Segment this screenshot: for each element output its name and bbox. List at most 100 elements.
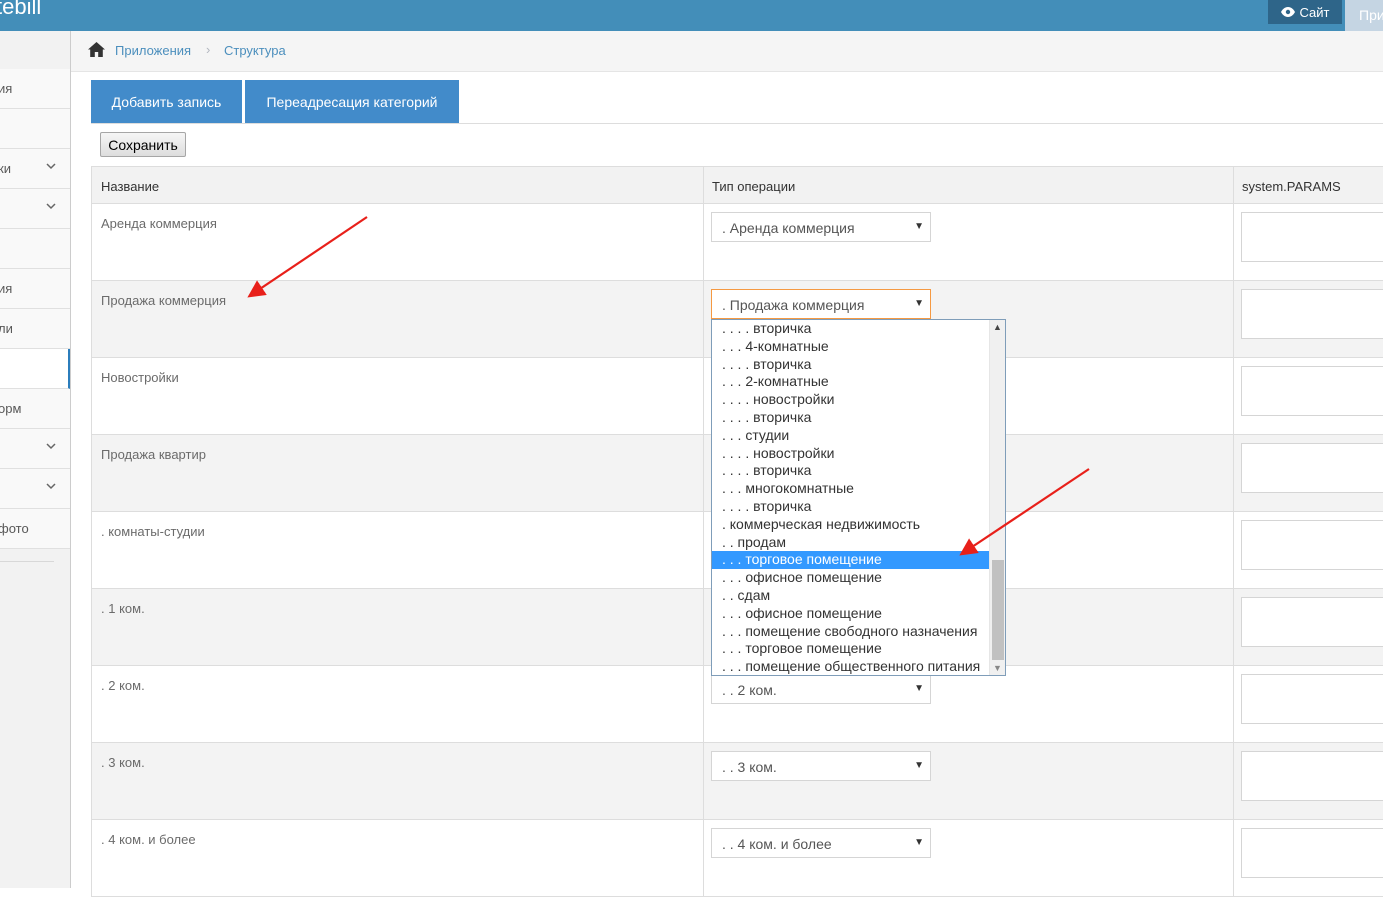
home-icon[interactable] — [88, 42, 105, 57]
sidebar-item-label: фото — [0, 521, 29, 536]
params-textarea[interactable] — [1241, 597, 1383, 647]
header-params: system.PARAMS — [1242, 179, 1341, 194]
save-button[interactable]: Сохранить — [100, 132, 186, 157]
sidebar-item[interactable]: ки — [0, 149, 70, 189]
redirect-categories-button[interactable]: Переадресация категорий — [245, 80, 459, 123]
brand-logo[interactable]: tebill — [0, 0, 41, 20]
header-name: Название — [101, 179, 160, 194]
scroll-down-icon[interactable]: ▼ — [993, 663, 1002, 673]
params-textarea[interactable] — [1241, 443, 1383, 493]
navbar: tebill Сайт Приложения — [0, 0, 1383, 31]
sidebar-item[interactable]: ли — [0, 309, 70, 349]
sidebar-item[interactable]: фото — [0, 509, 70, 549]
dropdown-option[interactable]: . . . . вторичка — [712, 409, 989, 427]
sidebar-item[interactable]: ия — [0, 269, 70, 309]
params-textarea[interactable] — [1241, 366, 1383, 416]
sidebar-item-label: ли — [0, 321, 13, 336]
dropdown-option[interactable]: . . . 2-комнатные — [712, 373, 989, 391]
dropdown-option[interactable]: . . . 4-комнатные — [712, 338, 989, 356]
params-textarea[interactable] — [1241, 674, 1383, 724]
toolbar-divider — [91, 123, 1383, 124]
select-value: . Аренда коммерция — [722, 220, 855, 236]
dropdown-option[interactable]: . . . многокомнатные — [712, 480, 989, 498]
params-textarea[interactable] — [1241, 289, 1383, 339]
sidebar-item-label: орм — [0, 401, 22, 416]
operation-type-select[interactable]: . . 4 ком. и более ▼ — [711, 828, 931, 858]
breadcrumb-structure[interactable]: Структура — [224, 43, 286, 58]
column-divider — [1233, 204, 1234, 280]
column-divider — [1233, 512, 1234, 588]
dropdown-option[interactable]: . . . . вторичка — [712, 320, 989, 338]
dropdown-option[interactable]: . . . торговое помещение — [712, 551, 989, 570]
dropdown-option[interactable]: . . . офисное помещение — [712, 569, 989, 587]
column-divider — [1233, 167, 1234, 203]
sidebar-item[interactable] — [0, 109, 70, 149]
dropdown-option[interactable]: . коммерческая недвижимость — [712, 516, 989, 534]
operation-type-select[interactable]: . . 2 ком. ▼ — [711, 674, 931, 704]
row-name: Аренда коммерция — [101, 216, 217, 231]
row-name: . 4 ком. и более — [101, 832, 196, 847]
sidebar-item[interactable] — [0, 189, 70, 229]
app-menu-button[interactable]: Приложения — [1345, 0, 1383, 31]
dropdown-option[interactable]: . . . офисное помещение — [712, 605, 989, 623]
column-divider — [703, 204, 704, 280]
sidebar-item[interactable] — [0, 469, 70, 509]
dropdown-option[interactable]: . . продам — [712, 534, 989, 552]
sidebar-item[interactable]: орм — [0, 389, 70, 429]
column-divider — [703, 435, 704, 511]
dropdown-option[interactable]: . . . торговое помещение — [712, 640, 989, 658]
scroll-up-icon[interactable]: ▲ — [993, 322, 1002, 332]
operation-type-select[interactable]: . . 3 ком. ▼ — [711, 751, 931, 781]
operation-type-dropdown-list[interactable]: . . . . вторичка. . . 4-комнатные. . . .… — [711, 319, 1006, 676]
dropdown-scrollbar[interactable]: ▲ ▼ — [989, 320, 1005, 675]
chevron-down-icon — [46, 203, 56, 210]
column-divider — [703, 666, 704, 742]
table-row: . 2 ком. . . 2 ком. ▼ — [91, 666, 1383, 743]
sidebar: ия ки ия ли орм фото — [0, 31, 71, 888]
operation-type-select[interactable]: . Продажа коммерция ▼ — [711, 289, 931, 319]
table-row: . 4 ком. и более . . 4 ком. и более ▼ — [91, 820, 1383, 897]
row-name: Новостройки — [101, 370, 179, 385]
dropdown-option[interactable]: . . . . вторичка — [712, 462, 989, 480]
sidebar-item[interactable] — [0, 229, 70, 269]
sidebar-item[interactable]: ия — [0, 69, 70, 109]
add-record-button[interactable]: Добавить запись — [91, 80, 242, 123]
select-value: . . 2 ком. — [722, 682, 777, 698]
params-textarea[interactable] — [1241, 212, 1383, 262]
chevron-down-icon — [46, 443, 56, 450]
dropdown-option[interactable]: . . . помещение общественного питания — [712, 658, 989, 675]
eye-icon — [1280, 7, 1295, 17]
dropdown-option[interactable]: . . сдам — [712, 587, 989, 605]
dropdown-option[interactable]: . . . . вторичка — [712, 498, 989, 516]
dropdown-option[interactable]: . . . . новостройки — [712, 445, 989, 463]
operation-type-select[interactable]: . Аренда коммерция ▼ — [711, 212, 931, 242]
select-value: . . 4 ком. и более — [722, 836, 832, 852]
column-divider — [703, 512, 704, 588]
breadcrumb-applications[interactable]: Приложения — [115, 43, 191, 58]
sidebar-item-label: ия — [0, 281, 13, 296]
dropdown-option[interactable]: . . . . вторичка — [712, 356, 989, 374]
dropdown-arrow-icon: ▼ — [914, 760, 924, 771]
dropdown-option[interactable]: . . . помещение свободного назначения — [712, 623, 989, 641]
dropdown-arrow-icon: ▼ — [914, 683, 924, 694]
column-divider — [703, 743, 704, 819]
sidebar-item[interactable] — [0, 349, 70, 389]
sidebar-divider — [0, 561, 54, 562]
table-row: Аренда коммерция . Аренда коммерция ▼ — [91, 204, 1383, 281]
params-textarea[interactable] — [1241, 751, 1383, 801]
row-name: . комнаты-студии — [101, 524, 205, 539]
params-textarea[interactable] — [1241, 828, 1383, 878]
column-divider — [703, 589, 704, 665]
site-button[interactable]: Сайт — [1268, 0, 1342, 24]
dropdown-option[interactable]: . . . . новостройки — [712, 391, 989, 409]
dropdown-option[interactable]: . . . студии — [712, 427, 989, 445]
params-textarea[interactable] — [1241, 520, 1383, 570]
scrollbar-thumb[interactable] — [992, 560, 1004, 660]
table-row: . 3 ком. . . 3 ком. ▼ — [91, 743, 1383, 820]
sidebar-item[interactable] — [0, 429, 70, 469]
column-divider — [1233, 666, 1234, 742]
row-name: Продажа коммерция — [101, 293, 227, 308]
select-value: . Продажа коммерция — [722, 297, 865, 313]
breadcrumb: Приложения › Структура — [71, 31, 1383, 72]
row-name: . 3 ком. — [101, 755, 145, 770]
